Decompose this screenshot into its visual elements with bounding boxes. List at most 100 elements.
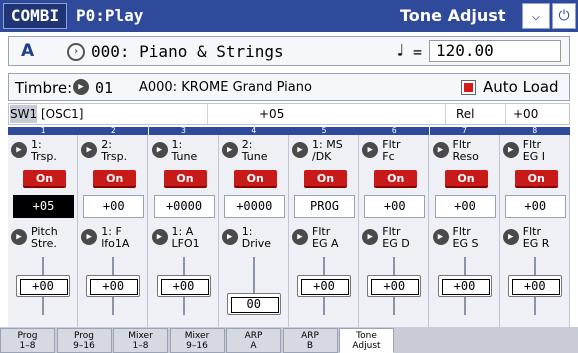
timbre-select-arrow-icon[interactable]: ▶ [73,79,89,95]
on-toggle-button[interactable]: On [93,170,137,188]
switch-osc: [OSC1] [41,107,84,121]
parameter-value[interactable]: +00 [504,195,566,218]
slider-label: Fltr EG S [452,225,479,250]
column-number: 6 [359,127,430,135]
chevron-down-icon[interactable]: ⌵ [522,3,550,29]
select-arrow-icon[interactable]: ▶ [151,229,168,245]
parameter-column: 5 ▶ 1: MS /DK On PROG ▶ Fltr EG A +00 [289,127,359,327]
slider-knob[interactable]: +00 [297,275,351,297]
on-toggle-button[interactable]: On [444,170,488,188]
on-toggle-button[interactable]: On [23,170,66,188]
select-arrow-icon[interactable]: ▶ [11,229,27,245]
on-toggle-button[interactable]: On [233,170,277,188]
parameter-label: 1: MS /DK [312,138,343,163]
select-arrow-icon[interactable]: ▶ [11,142,27,158]
slider-label: 1: F lfo1A [101,225,130,250]
slider-knob[interactable]: +00 [156,275,211,297]
combi-bank[interactable]: A [21,41,34,61]
column-number: 3 [148,127,219,135]
switch-rel-label: Rel [456,107,475,121]
select-arrow-icon[interactable]: ▶ [151,142,168,158]
combi-select-arrow-icon[interactable]: › [67,43,85,61]
parameter-column: 3 ▶ 1: Tune On +0000 ▶ 1: A LFO1 +00 [148,127,219,327]
tempo-field[interactable]: 120.00 [429,40,561,62]
select-arrow-icon[interactable]: ▶ [502,229,519,245]
slider-knob[interactable]: +00 [507,275,562,297]
tone-adjust-panel: 1 ▶ 1: Trsp. On +05 ▶ Pitch Stre. +00 2 … [8,127,570,327]
parameter-label: Fltr EG I [522,138,545,163]
power-icon[interactable]: ⏻ [552,3,576,29]
divider [207,104,208,124]
switch-chip: SW1 [10,105,38,123]
parameter-value[interactable]: +05 [13,195,74,218]
parameter-value[interactable]: +0000 [153,195,215,218]
slider-knob[interactable]: +00 [86,275,141,297]
slider-knob[interactable]: +00 [16,275,70,297]
parameter-column: 6 ▶ Fltr Fc On +00 ▶ Fltr EG D +00 [359,127,430,327]
switch-info-bar: SW1 [OSC1] +05 Rel +00 [8,103,570,125]
parameter-label: Fltr Fc [382,138,401,163]
tab-bar: Prog 1–8 Prog 9–16 Mixer 1–8 Mixer 9–16 ARP … [0,327,578,353]
timbre-bar: Timbre: ▶ 01 A000: KROME Grand Piano Aut… [8,73,570,101]
on-toggle-button[interactable]: On [514,170,558,188]
select-arrow-icon[interactable]: ▶ [292,229,308,245]
parameter-value[interactable]: +00 [83,195,145,218]
parameter-column: 8 ▶ Fltr EG I On +00 ▶ Fltr EG R +00 [499,127,570,327]
select-arrow-icon[interactable]: ▶ [81,229,98,245]
parameter-label: 2: Trsp. [101,138,128,163]
slider-knob[interactable]: +00 [437,275,492,297]
tab-tone-adjust[interactable]: Tone Adjust [339,328,394,353]
column-number: 8 [499,127,570,135]
slider-label: Pitch Stre. [31,225,58,250]
auto-load-checkbox[interactable] [461,80,476,95]
tab-arp-a[interactable]: ARP A [226,328,281,353]
tab-arp-b[interactable]: ARP B [282,328,338,353]
select-arrow-icon[interactable]: ▶ [221,229,238,245]
column-number: 5 [289,127,359,135]
column-number: 1 [8,127,78,135]
select-arrow-icon[interactable]: ▶ [502,142,519,158]
divider [505,104,506,124]
slider-label: Fltr EG R [522,225,550,250]
select-arrow-icon[interactable]: ▶ [432,142,449,158]
column-number: 7 [429,127,500,135]
tab-mixer-1-8[interactable]: Mixer 1–8 [113,328,168,353]
timbre-label: Timbre: [15,79,73,97]
tab-prog-1-8[interactable]: Prog 1–8 [0,328,55,353]
select-arrow-icon[interactable]: ▶ [362,229,379,245]
quarter-note-icon: ♩ [395,41,406,61]
parameter-label: Fltr Reso [452,138,479,163]
parameter-value[interactable]: PROG [294,195,355,218]
program-name: A000: KROME Grand Piano [139,80,312,95]
mode-label[interactable]: COMBI [3,3,67,29]
column-number: 4 [218,127,289,135]
select-arrow-icon[interactable]: ▶ [432,229,449,245]
parameter-label: 1: Tune [171,138,198,163]
slider-label: Fltr EG A [312,225,339,250]
select-arrow-icon[interactable]: ▶ [221,142,238,158]
parameter-value[interactable]: +00 [364,195,426,218]
tab-prog-9-16[interactable]: Prog 9–16 [56,328,112,353]
timbre-number[interactable]: 01 [95,78,113,98]
parameter-column: 2 ▶ 2: Trsp. On +00 ▶ 1: F lfo1A +00 [78,127,149,327]
page-title: P0:Play [76,6,144,25]
tab-mixer-9-16[interactable]: Mixer 9–16 [169,328,225,353]
slider-knob[interactable]: +00 [367,275,422,297]
select-arrow-icon[interactable]: ▶ [81,142,98,158]
on-toggle-button[interactable]: On [374,170,418,188]
select-arrow-icon[interactable]: ▶ [292,142,308,158]
on-toggle-button[interactable]: On [163,170,207,188]
slider-label: Fltr EG D [382,225,410,250]
tab-title: Tone Adjust [400,6,506,25]
slider-knob[interactable]: 00 [226,293,281,315]
parameter-column: 7 ▶ Fltr Reso On +00 ▶ Fltr EG S +00 [429,127,500,327]
checkbox-mark-icon [464,83,473,92]
on-toggle-button[interactable]: On [304,170,347,188]
select-arrow-icon[interactable]: ▶ [362,142,379,158]
parameter-column: 4 ▶ 2: Tune On +0000 ▶ 1: Drive 00 [218,127,289,327]
switch-rel-value: +00 [513,107,539,121]
parameter-value[interactable]: +00 [434,195,496,218]
combi-name[interactable]: 000: Piano & Strings [91,42,284,62]
parameter-value[interactable]: +0000 [223,195,285,218]
parameter-label: 1: Trsp. [31,138,57,163]
